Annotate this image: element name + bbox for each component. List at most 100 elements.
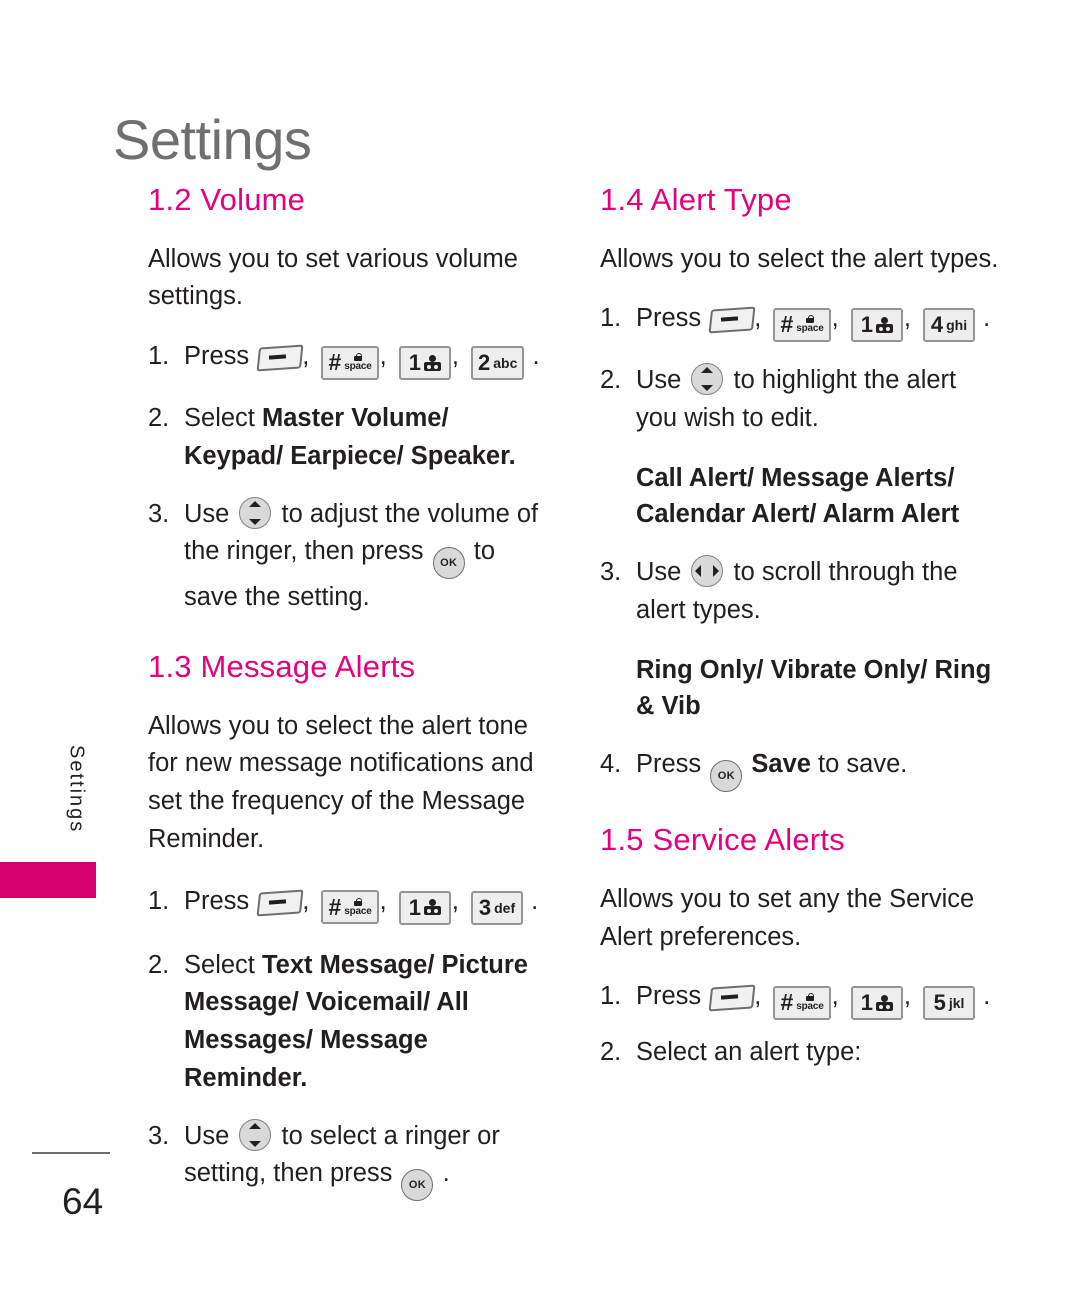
alert-type-options-2: Ring Only/ Vibrate Only/ Ring & Vib [636,655,992,720]
right-column: 1.4 Alert Type Allows you to select the … [600,182,1000,1072]
section-service-alerts: 1.5 Service Alerts Allows you to set any… [600,822,1000,1072]
step-message-alerts-3: 3. Use to select a ringer or setting, th… [148,1118,548,1202]
nav-left-right-icon [691,555,724,588]
step-trail: . [532,342,540,371]
menu-soft-key-icon [256,889,304,917]
side-tab-label: Settings [65,745,88,834]
key-3-def-icon: 3 def [471,890,523,925]
digit-2: 2 [478,350,491,376]
step-mid: to scroll through the alert types. [636,558,958,624]
hash-glyph: # [328,893,342,920]
step-number: 1. [600,304,622,333]
section-intro-volume: Allows you to set various volume setting… [148,244,518,311]
manual-page: Settings Settings 64 1.2 Volume Allows y… [0,0,1080,1295]
section-heading-volume: 1.2 Volume [148,182,306,217]
step-lead: Select an alert type: [636,1038,862,1067]
step-mid: to highlight the alert you wish to edit. [636,366,957,433]
step-message-alerts-1: 1. Press , # space , 1 , 3 def . [148,883,548,925]
step-number: 3. [600,558,622,587]
key-1-voicemail-icon: 1 [850,308,903,343]
step-lead: Press [636,750,702,779]
section-intro-service-alerts: Allows you to set any the Service Alert … [600,884,975,951]
step-trail: . [531,886,539,915]
step-number: 2. [600,366,622,395]
hash-space-key-icon: # space [773,307,831,342]
step-alert-type-3: 3. Use to scroll through the alert types… [600,554,1000,629]
nav-up-down-icon [239,1118,272,1151]
ok-key-icon: OK [432,547,465,580]
side-tab-settings: Settings [56,745,96,838]
key-2-abc-icon: 2 abc [471,346,525,381]
alert-type-options-1: Call Alert/ Message Alerts/ Calendar Ale… [636,463,960,528]
key-4-ghi-icon: 4 ghi [923,308,975,343]
footer-divider [32,1152,110,1154]
lock-icon [353,897,362,906]
step-trail: . [442,1159,450,1188]
step-lead: Press [636,304,702,333]
key-1-voicemail-icon: 1 [850,986,903,1021]
step-alert-type-4: 4. Press OK Save to save. [600,746,1000,793]
step-lead: Use [636,366,682,395]
hash-glyph: # [328,349,342,376]
voicemail-icon [423,899,441,916]
step-number: 1. [148,342,170,371]
hash-glyph: # [780,989,794,1016]
step-alert-type-1: 1. Press , # space , 1 , 4 ghi . [600,300,1000,343]
ok-key-icon: OK [710,760,743,793]
step-mid: to select a ringer or setting, then pres… [184,1121,500,1188]
lock-icon [805,993,814,1002]
step-volume-2: 2. Select Master Volume/ Keypad/ Earpiec… [148,400,548,475]
step-number: 2. [600,1038,622,1067]
step-alert-type-2: 2. Use to highlight the alert you wish t… [600,362,1000,437]
step-number: 1. [600,982,622,1011]
step-lead: Press [184,886,250,915]
section-alert-type: 1.4 Alert Type Allows you to select the … [600,182,1000,793]
digit-5: 5 [933,990,946,1016]
space-label: space [344,361,372,373]
digit-1: 1 [860,312,873,338]
voicemail-icon [423,354,441,372]
ok-label: OK [717,770,735,783]
step-number: 2. [148,404,170,433]
voicemail-icon [875,994,893,1012]
step-number: 3. [148,499,170,528]
step-number: 2. [148,950,170,979]
key-5-jkl-icon: 5 jkl [923,986,975,1021]
nav-up-down-icon [691,363,724,396]
section-heading-message-alerts: 1.3 Message Alerts [148,649,416,685]
section-volume: 1.2 Volume Allows you to set various vol… [148,182,548,617]
step-number: 1. [148,886,170,915]
step-service-alerts-1: 1. Press , # space , 1 , 5 jkl . [600,978,1000,1021]
left-column: 1.2 Volume Allows you to set various vol… [148,182,548,1202]
nav-up-down-icon [239,496,272,529]
key-1-voicemail-icon: 1 [398,890,451,925]
ok-label: OK [440,557,458,570]
lock-icon [805,315,814,324]
step-service-alerts-2: 2. Select an alert type: [600,1034,1000,1072]
space-label: space [796,323,824,335]
step-lead: Select [184,950,255,979]
step-lead: Use [636,558,682,587]
letters-ghi: ghi [946,317,968,334]
ok-key-icon: OK [401,1169,434,1202]
digit-4: 4 [930,312,944,338]
hash-space-key-icon: # space [321,890,379,925]
hash-space-key-icon: # space [773,985,831,1020]
section-intro-message-alerts: Allows you to select the alert tone for … [148,711,534,853]
hash-glyph: # [780,311,794,338]
letters-jkl: jkl [948,995,965,1012]
section-intro-alert-type: Allows you to select the alert types. [600,244,999,273]
digit-1: 1 [408,894,421,920]
digit-3: 3 [478,894,492,920]
menu-soft-key-icon [256,344,304,372]
step-lead: Press [184,342,250,371]
step-lead: Select [184,404,255,433]
space-label: space [344,905,372,917]
ok-label: OK [408,1179,427,1192]
hash-space-key-icon: # space [321,345,379,380]
section-heading-alert-type: 1.4 Alert Type [600,182,792,217]
side-tab-color-block [0,862,96,898]
step-volume-1: 1. Press , # space , 1 , 2 abc . [148,338,548,381]
digit-1: 1 [408,350,421,376]
step-volume-3: 3. Use to adjust the volume of the ringe… [148,496,548,618]
